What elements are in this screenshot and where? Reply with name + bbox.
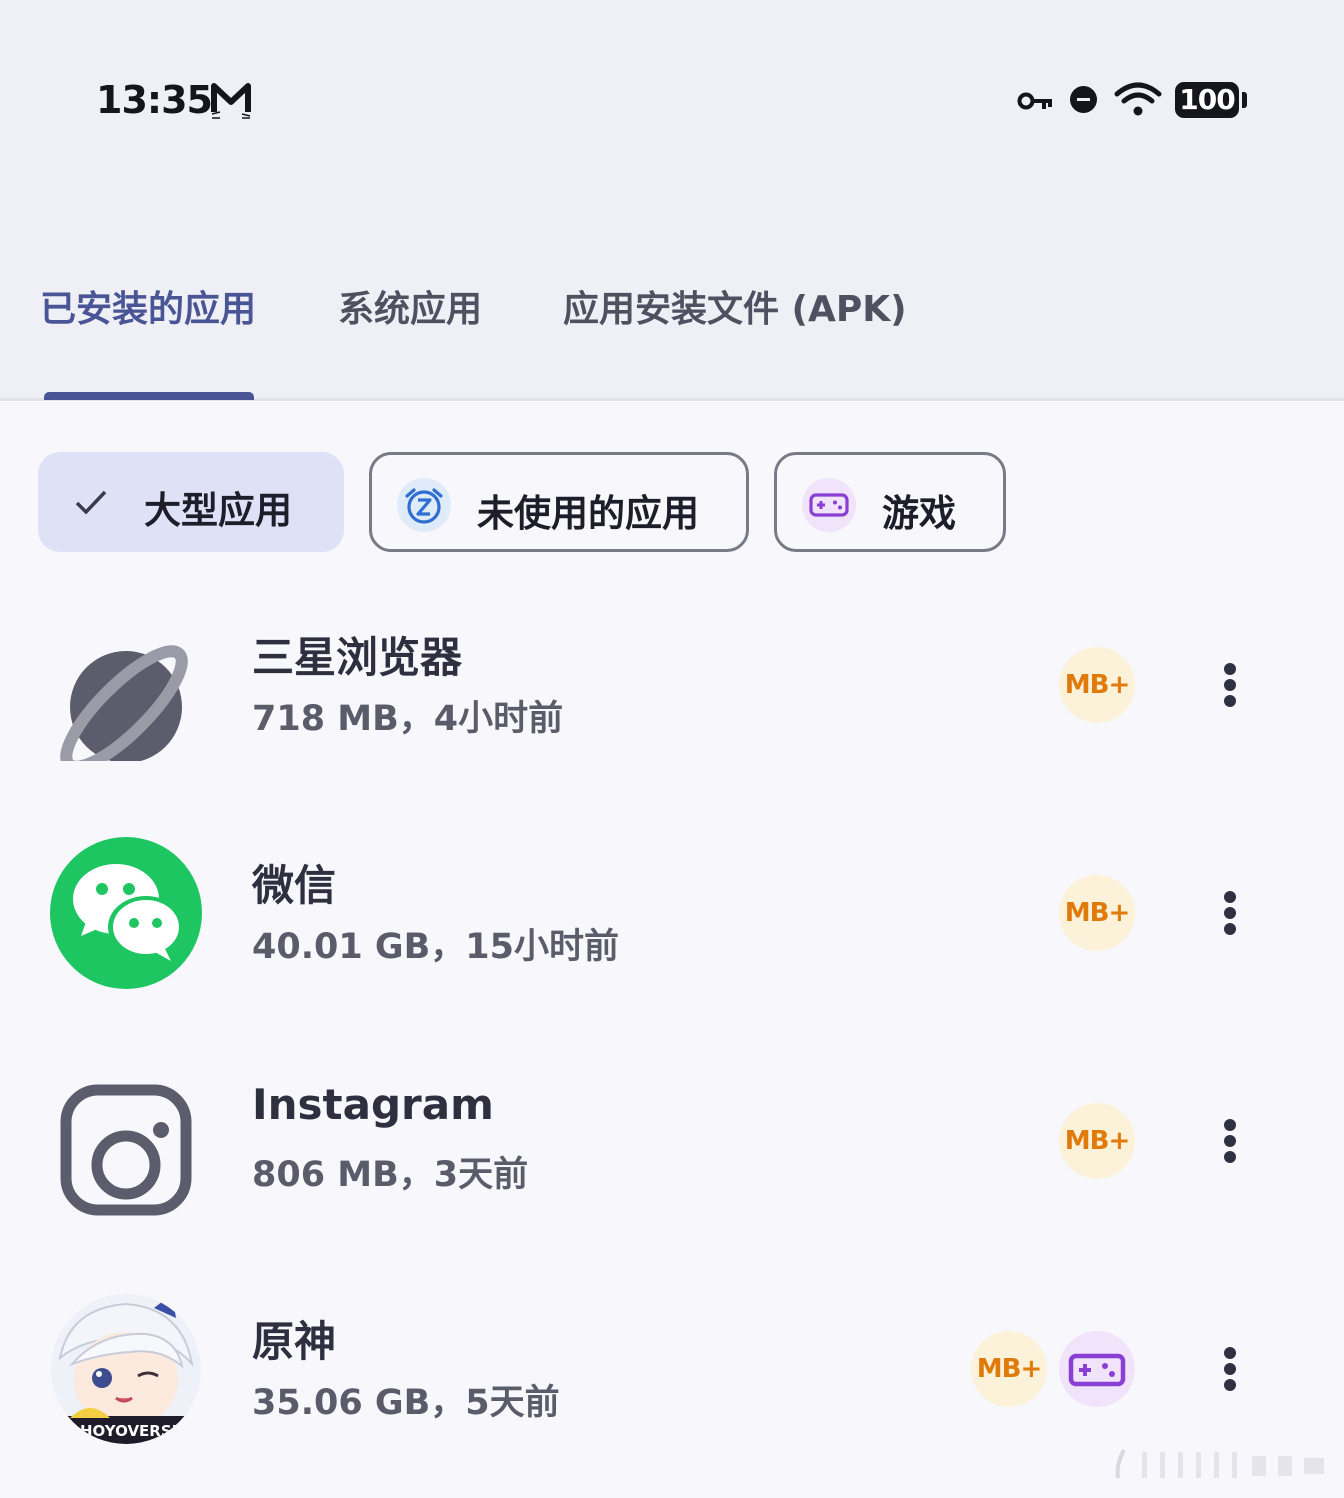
app-name: 微信 [252,861,337,910]
chip-label: 大型应用 [144,489,292,532]
do-not-disturb-icon [1070,86,1097,113]
snooze-alarm-icon [397,478,451,532]
filter-chip-unused-apps[interactable]: 未使用的应用 [369,452,749,552]
app-size-time: 718 MB，4小时前 [252,699,564,739]
app-row-instagram[interactable]: Instagram 806 MB，3天前 MB+ [0,1042,1344,1270]
battery-icon: 100 [1175,82,1239,118]
samsung-internet-icon [50,609,202,773]
check-icon [75,490,107,515]
app-bar [0,0,1344,398]
chip-label: 未使用的应用 [477,492,699,535]
mb-plus-badge: MB+ [1059,1103,1135,1179]
battery-tip [1242,92,1247,108]
app-size-time: 40.01 GB，15小时前 [252,927,620,967]
filter-chip-games[interactable]: 游戏 [774,452,1006,552]
tab-apk-files[interactable]: 应用安装文件 (APK) [563,280,907,332]
gamepad-icon [802,478,856,532]
svg-text:HOYOVERSE: HOYOVERSE [80,1422,182,1440]
genshin-impact-icon: HOYOVERSE [50,1293,202,1445]
app-name: 三星浏览器 [252,633,463,682]
app-row-wechat[interactable]: 微信 40.01 GB，15小时前 MB+ [0,814,1344,1042]
more-options-icon[interactable] [1212,875,1248,951]
mb-plus-badge: MB+ [971,1331,1047,1407]
app-name: 原神 [252,1317,337,1366]
vpn-key-icon [1017,92,1052,110]
mail-m-icon [211,83,251,119]
status-time: 13:35 [96,78,213,122]
scroll-fade-indicator [1115,1449,1324,1479]
game-badge-icon [1059,1331,1135,1407]
filter-chip-large-apps[interactable]: 大型应用 [38,452,344,552]
app-size-time: 35.06 GB，5天前 [252,1383,560,1423]
more-options-icon[interactable] [1212,1331,1248,1407]
wechat-icon [50,837,202,989]
more-options-icon[interactable] [1212,647,1248,723]
mb-plus-badge: MB+ [1059,875,1135,951]
chip-label: 游戏 [882,492,956,535]
instagram-icon [50,1065,202,1217]
tab-system-apps[interactable]: 系统应用 [338,280,482,332]
more-options-icon[interactable] [1212,1103,1248,1179]
tab-installed-apps[interactable]: 已安装的应用 [40,280,256,332]
app-size-time: 806 MB，3天前 [252,1155,529,1195]
app-row-samsung-internet[interactable]: 三星浏览器 718 MB，4小时前 MB+ [0,586,1344,814]
active-tab-indicator [44,392,254,400]
wifi-icon [1114,82,1162,116]
mb-plus-badge: MB+ [1059,647,1135,723]
app-name: Instagram [252,1080,494,1129]
